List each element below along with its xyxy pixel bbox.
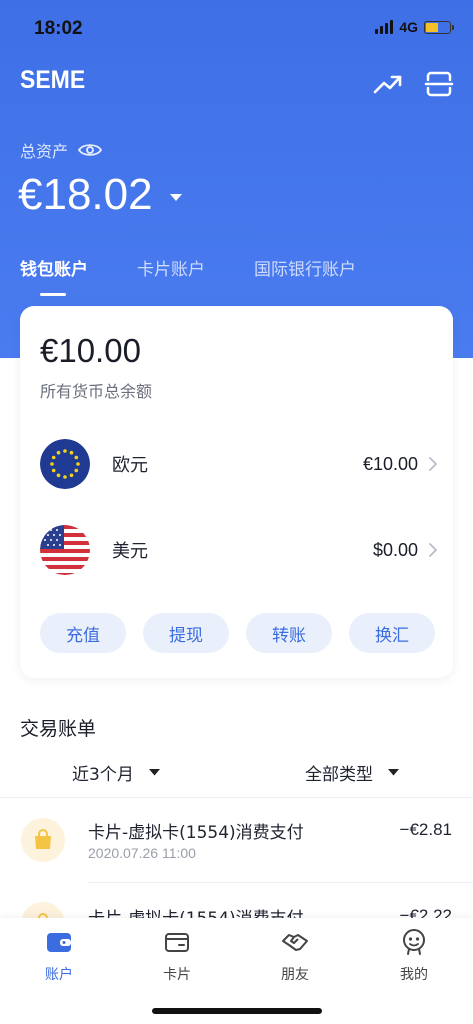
type-filter[interactable]: 全部类型 — [305, 760, 400, 785]
total-assets-text: 总资产 — [20, 142, 69, 161]
wallet-actions: 充值 提现 转账 换汇 — [40, 613, 435, 653]
us-flag-icon — [40, 525, 90, 575]
account-tabs: 钱包账户 卡片账户 国际银行账户 — [20, 255, 405, 296]
tab-wallet-account[interactable]: 钱包账户 — [20, 255, 88, 296]
currency-amount: $0.00 — [372, 539, 418, 560]
card-icon — [165, 933, 189, 952]
transaction-time: 2020.07.26 11:00 — [88, 845, 196, 861]
total-assets-amount: €18.02 — [18, 170, 153, 219]
divider — [88, 882, 473, 883]
transactions-title: 交易账单 — [20, 718, 97, 740]
nav-item-account[interactable]: 账户 — [19, 928, 99, 984]
status-time: 18:02 — [34, 18, 83, 39]
brand-logo: SEME — [20, 66, 86, 94]
status-indicators: 4G — [375, 19, 454, 35]
signal-icon — [375, 20, 394, 34]
nav-item-friends[interactable]: 朋友 — [255, 928, 335, 984]
chevron-right-icon — [429, 543, 437, 557]
shopping-bag-icon — [21, 818, 65, 862]
exchange-button[interactable]: 换汇 — [349, 613, 435, 653]
network-label: 4G — [399, 19, 418, 35]
currency-amount: €10.00 — [362, 453, 418, 474]
profile-icon — [403, 929, 425, 955]
nav-label: 我的 — [400, 967, 428, 983]
tab-card-account[interactable]: 卡片账户 — [137, 255, 205, 280]
total-assets-label: 总资产 — [20, 138, 103, 162]
type-filter-label: 全部类型 — [305, 765, 373, 785]
scan-icon[interactable] — [423, 68, 455, 100]
wallet-icon — [47, 933, 71, 952]
battery-icon — [424, 20, 454, 34]
caret-down-icon[interactable] — [169, 193, 183, 203]
total-assets-row[interactable]: €18.02 — [18, 170, 183, 220]
transaction-row[interactable]: 卡片-虚拟卡(1554)消费支付 2020.07.26 11:00 −€2.81 — [0, 808, 473, 878]
nav-item-profile[interactable]: 我的 — [374, 928, 454, 984]
withdraw-button[interactable]: 提现 — [143, 613, 229, 653]
caret-down-icon — [148, 769, 160, 776]
tab-international-bank-account[interactable]: 国际银行账户 — [254, 255, 356, 280]
transaction-title: 卡片-虚拟卡(1554)消费支付 — [88, 823, 304, 843]
home-indicator — [152, 1008, 322, 1014]
eye-icon[interactable] — [78, 142, 103, 158]
top-up-button[interactable]: 充值 — [40, 613, 126, 653]
trend-icon[interactable] — [372, 68, 404, 100]
currency-name: 欧元 — [112, 455, 148, 476]
eu-flag-icon — [40, 439, 90, 489]
currency-row-eur[interactable]: 欧元 €10.00 — [40, 438, 438, 490]
transfer-button[interactable]: 转账 — [246, 613, 332, 653]
period-filter[interactable]: 近3个月 — [72, 760, 161, 785]
period-filter-label: 近3个月 — [72, 765, 134, 785]
caret-down-icon — [388, 769, 399, 776]
nav-label: 账户 — [45, 967, 73, 983]
divider — [0, 797, 473, 798]
nav-label: 朋友 — [281, 967, 309, 983]
currency-name: 美元 — [112, 541, 148, 562]
wallet-balance-caption: 所有货币总余额 — [40, 382, 153, 401]
currency-row-usd[interactable]: 美元 $0.00 — [40, 524, 438, 576]
handshake-icon — [282, 934, 308, 951]
status-bar: 18:02 4G — [0, 0, 473, 56]
nav-item-card[interactable]: 卡片 — [137, 928, 217, 984]
wallet-balance: €10.00 — [40, 332, 141, 369]
transaction-amount: −€2.81 — [399, 820, 452, 839]
nav-label: 卡片 — [163, 967, 191, 983]
wallet-card: €10.00 所有货币总余额 欧元 €10.00 美元 $0.00 充值 提现 … — [20, 306, 453, 678]
chevron-right-icon — [429, 457, 437, 471]
